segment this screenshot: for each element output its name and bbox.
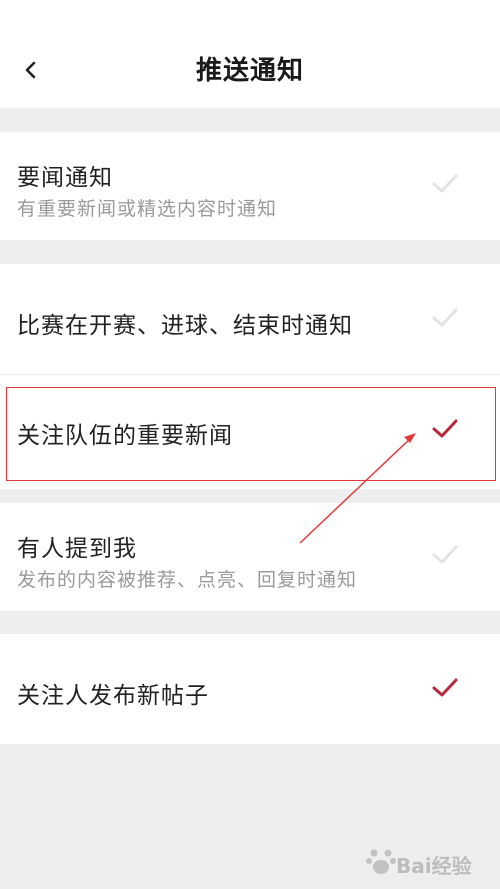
checkmark-icon [432,308,458,327]
setting-row-mentions[interactable]: 有人提到我 发布的内容被推荐、点亮、回复时通知 [0,503,500,611]
section-important-news: 要闻通知 有重要新闻或精选内容时通知 [0,132,500,240]
watermark-text: Bai经验 [396,854,472,878]
setting-row-followed-posts[interactable]: 关注人发布新帖子 [0,634,500,744]
header-bar: 推送通知 [0,0,500,108]
section-match-team: 比赛在开赛、进球、结束时通知 关注队伍的重要新闻 [0,264,500,489]
setting-row-match-events[interactable]: 比赛在开赛、进球、结束时通知 [0,264,500,374]
section-mentions: 有人提到我 发布的内容被推荐、点亮、回复时通知 [0,503,500,611]
setting-subtitle: 有重要新闻或精选内容时通知 [17,198,278,220]
setting-subtitle: 发布的内容被推荐、点亮、回复时通知 [17,569,358,591]
setting-title: 要闻通知 [17,165,113,191]
checkmark-icon [432,678,458,697]
setting-row-important-news[interactable]: 要闻通知 有重要新闻或精选内容时通知 [0,132,500,240]
setting-title: 有人提到我 [17,536,137,562]
watermark: Bai经验 [360,842,480,882]
setting-row-team-news[interactable]: 关注队伍的重要新闻 [0,375,500,489]
checkmark-icon [432,174,458,193]
page-title: 推送通知 [195,56,304,86]
setting-title: 关注队伍的重要新闻 [17,423,233,449]
section-followed-posts: 关注人发布新帖子 [0,634,500,744]
checkmark-icon [432,419,458,438]
setting-title: 比赛在开赛、进球、结束时通知 [17,313,353,339]
checkmark-icon [432,545,458,564]
setting-title: 关注人发布新帖子 [17,683,209,709]
paw-logo-icon [366,849,396,874]
